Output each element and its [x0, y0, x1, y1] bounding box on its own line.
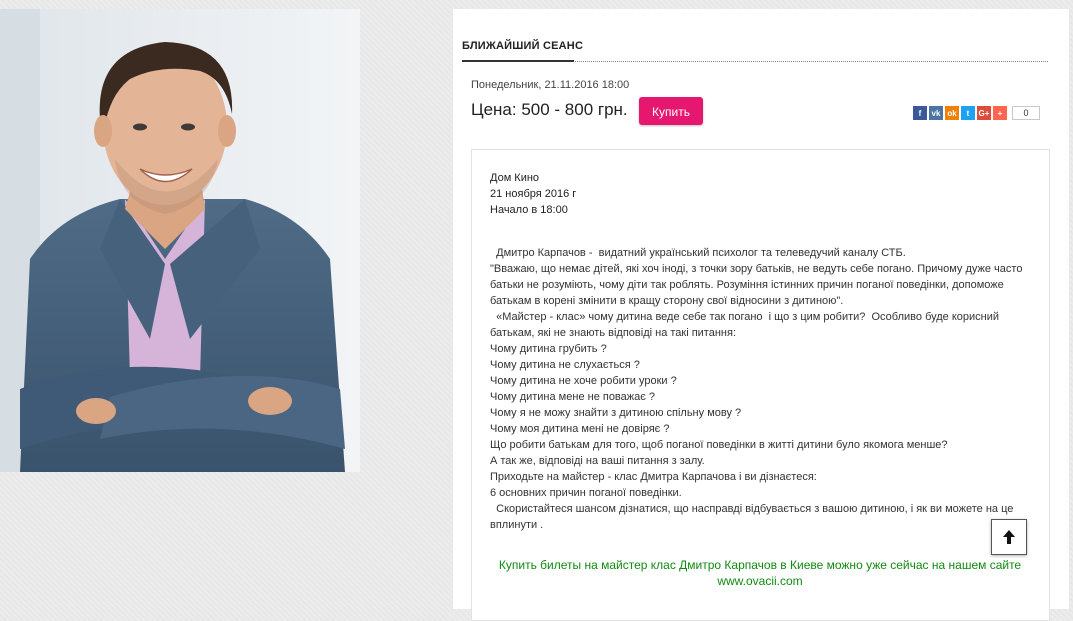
odnoklassniki-icon[interactable]: ok: [945, 106, 959, 120]
paragraph: Приходьте на майстер - клас Дмитра Карпа…: [490, 471, 817, 483]
twitter-icon[interactable]: t: [961, 106, 975, 120]
question-item: Чому дитина не хоче робити уроки ?: [490, 375, 677, 387]
buy-button[interactable]: Купить: [639, 97, 703, 125]
paragraph: Що робити батькам для того, щоб поганої …: [490, 439, 948, 451]
paragraph: Дмитро Карпачов - видатний український п…: [490, 247, 906, 259]
event-panel: БЛИЖАЙШИЙ СЕАНС Понедельник, 21.11.2016 …: [453, 9, 1069, 621]
session-date: Понедельник, 21.11.2016 18:00: [471, 79, 630, 91]
ticket-price: Цена: 500 - 800 грн.: [471, 100, 628, 119]
event-photo: [0, 9, 360, 472]
vk-icon[interactable]: vk: [929, 106, 943, 120]
scroll-top-button[interactable]: [991, 519, 1027, 555]
paragraph: «Майстер - клас» чому дитина веде себе т…: [490, 311, 1003, 339]
question-item: Чому моя дитина мені не довіряє ?: [490, 423, 670, 435]
question-item: Чому дитина не слухається ?: [490, 359, 640, 371]
promo-text[interactable]: Купить билеты на майстер клас Дмитро Кар…: [492, 557, 1028, 589]
venue-name: Дом Кино: [490, 172, 540, 184]
event-description: Дом Кино 21 ноября 2016 г Начало в 18:00…: [471, 149, 1050, 621]
google-plus-icon[interactable]: G+: [977, 106, 991, 120]
section-title: БЛИЖАЙШИЙ СЕАНС: [462, 40, 584, 52]
paragraph: А так же, відповіді на ваші питання з за…: [490, 455, 705, 467]
more-share-icon[interactable]: +: [993, 106, 1007, 120]
paragraph: Скористайтеся шансом дізнатися, що наспр…: [490, 503, 1017, 531]
arrow-up-icon: [1003, 530, 1015, 544]
share-bar: f vk ok t G+ + 0: [913, 106, 1040, 120]
event-start: Начало в 18:00: [490, 204, 568, 216]
question-item: Чому дитина мене не поважає ?: [490, 391, 656, 403]
question-item: Чому я не можу знайти з дитиною спільну …: [490, 407, 742, 419]
venue-info: Дом Кино 21 ноября 2016 г Начало в 18:00: [490, 170, 576, 218]
title-underline: [462, 60, 574, 62]
description-text: Дмитро Карпачов - видатний український п…: [490, 245, 1034, 533]
event-date: 21 ноября 2016 г: [490, 188, 577, 200]
question-item: Чому дитина грубить ?: [490, 343, 607, 355]
paragraph: 6 основних причин поганої поведінки.: [490, 487, 682, 499]
share-count: 0: [1012, 106, 1040, 120]
paragraph: "Вважаю, що немає дітей, які хоч іноді, …: [490, 263, 1026, 307]
facebook-icon[interactable]: f: [913, 106, 927, 120]
